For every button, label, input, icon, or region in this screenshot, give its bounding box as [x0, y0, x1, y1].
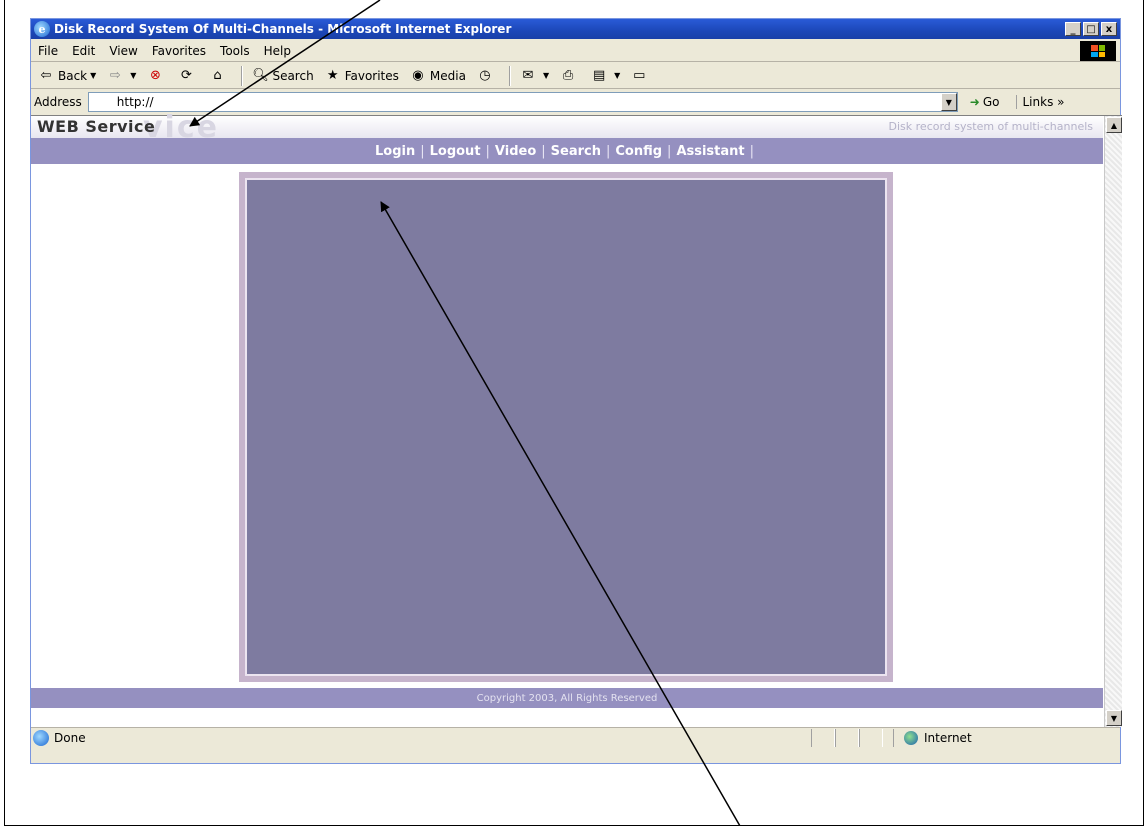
nav-separator: | [541, 143, 546, 159]
status-pane [811, 728, 835, 747]
back-label: Back [58, 68, 88, 83]
chevron-down-icon[interactable]: ▼ [940, 93, 957, 111]
tagline: Disk record system of multi-channels [888, 120, 1093, 133]
favorites-label: Favorites [344, 68, 399, 83]
go-label: Go [982, 95, 1000, 109]
nav-video[interactable]: Video [495, 144, 536, 159]
back-button[interactable]: ⇦ Back ▼ [37, 67, 97, 85]
nav-separator: | [420, 143, 425, 159]
footer: Copyright 2003, All Rights Reserved [31, 688, 1103, 708]
page-header: vice WEB Service Disk record system of m… [31, 110, 1103, 145]
search-label: Search [272, 68, 314, 83]
window-title: Disk Record System Of Multi-Channels - M… [54, 22, 512, 36]
edit-document-icon: ▤ [592, 68, 606, 83]
forward-arrow-icon: ⇨ [109, 68, 121, 83]
document-page: e Disk Record System Of Multi-Channels -… [0, 0, 1148, 826]
discuss-icon: ▭ [633, 68, 646, 83]
edit-button[interactable]: ▤ ▼ [590, 67, 620, 85]
brand-title: WEB Service [37, 117, 156, 136]
address-input[interactable]: http:// ▼ [87, 92, 958, 112]
nav-login[interactable]: Login [375, 144, 415, 159]
page-done-icon [33, 729, 49, 746]
history-icon: ◷ [479, 68, 491, 83]
status-bar: Done Internet [31, 727, 1120, 747]
search-button[interactable]: 🔍︎ Search [251, 67, 314, 85]
nav-logout[interactable]: Logout [430, 144, 481, 159]
nav-separator: | [749, 143, 755, 159]
refresh-icon: ⟳ [181, 68, 192, 83]
browser-window: e Disk Record System Of Multi-Channels -… [30, 18, 1122, 764]
close-button[interactable]: x [1101, 22, 1117, 36]
toolbar: ⇦ Back ▼ ⇨ ▼ ⊗ ⟳ ⌂ 🔍︎ Search ★ Favorites… [31, 63, 1120, 89]
title-bar[interactable]: e Disk Record System Of Multi-Channels -… [31, 19, 1120, 39]
menu-file[interactable]: File [31, 44, 65, 58]
security-zone: Internet [893, 728, 972, 747]
media-label: Media [429, 68, 466, 83]
home-button[interactable]: ⌂ [208, 67, 229, 85]
content-area [245, 178, 887, 676]
menu-edit[interactable]: Edit [65, 44, 102, 58]
forward-button[interactable]: ⇨ ▼ [106, 67, 137, 85]
status-pane [835, 728, 859, 747]
status-pane [859, 728, 883, 747]
status-text: Done [54, 730, 86, 745]
nav-separator: | [605, 143, 611, 159]
nav-separator: | [667, 143, 672, 159]
chevron-down-icon: ▼ [614, 71, 621, 80]
menu-view[interactable]: View [102, 44, 144, 58]
refresh-button[interactable]: ⟳ [177, 67, 198, 85]
links-button[interactable]: Links » [1015, 95, 1064, 109]
mail-icon: ✉ [522, 68, 534, 83]
zone-label: Internet [924, 730, 972, 745]
toolbar-separator [508, 65, 511, 86]
nav-config[interactable]: Config [615, 144, 662, 159]
discuss-button[interactable]: ▭ [630, 67, 651, 85]
maximize-button[interactable]: □ [1083, 22, 1099, 36]
back-arrow-icon: ⇦ [40, 68, 52, 83]
chevron-down-icon: ▼ [90, 71, 97, 80]
internet-explorer-icon: e [34, 21, 50, 37]
home-icon: ⌂ [213, 68, 222, 83]
favorites-icon: ★ [326, 68, 339, 83]
go-arrow-icon: ➜ [969, 95, 980, 109]
globe-icon [904, 730, 918, 745]
status-text-area: Done [31, 729, 811, 746]
history-button[interactable]: ◷ [476, 67, 497, 85]
stop-icon: ⊗ [150, 68, 161, 83]
media-button[interactable]: ◉ Media [409, 67, 466, 85]
address-url: http:// [116, 95, 154, 109]
chevron-down-icon: ▼ [542, 71, 550, 80]
search-icon: 🔍︎ [252, 68, 269, 83]
toolbar-separator [241, 65, 244, 86]
chevron-down-icon: ▼ [130, 71, 137, 80]
address-label: Address [34, 95, 82, 109]
mail-button[interactable]: ✉ ▼ [519, 67, 550, 85]
page-viewport: vice WEB Service Disk record system of m… [31, 110, 1122, 727]
menu-favorites[interactable]: Favorites [145, 44, 213, 58]
windows-logo-icon [1080, 41, 1116, 61]
scroll-down-icon[interactable]: ▼ [1106, 710, 1122, 726]
minimize-button[interactable]: _ [1065, 22, 1081, 36]
nav-bar: Login | Logout | Video | Search | Config | As… [31, 138, 1103, 164]
print-icon: ⎙ [562, 68, 574, 83]
print-button[interactable]: ⎙ [559, 67, 580, 85]
nav-separator: | [485, 143, 490, 159]
stop-button[interactable]: ⊗ [146, 67, 167, 85]
nav-search[interactable]: Search [551, 144, 601, 159]
content-panel [239, 172, 893, 682]
nav-assistant[interactable]: Assistant [676, 144, 744, 159]
menu-bar: File Edit View Favorites Tools Help [31, 40, 1120, 62]
media-icon: ◉ [412, 68, 424, 83]
menu-tools[interactable]: Tools [213, 44, 257, 58]
favorites-button[interactable]: ★ Favorites [324, 67, 399, 85]
scroll-up-icon[interactable]: ▲ [1106, 117, 1122, 133]
go-button[interactable]: ➜ Go [970, 95, 1000, 109]
menu-help[interactable]: Help [257, 44, 298, 58]
vertical-scrollbar[interactable]: ▲ ▼ [1104, 116, 1122, 727]
